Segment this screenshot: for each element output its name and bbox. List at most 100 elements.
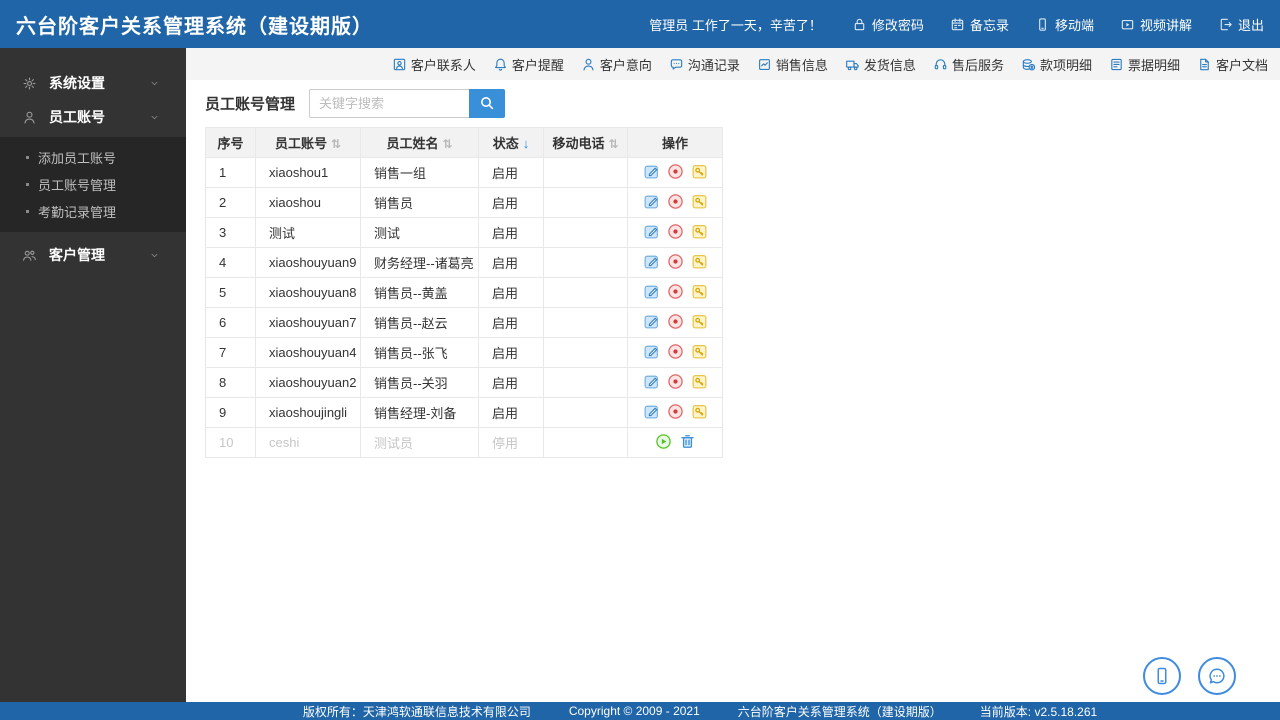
topnav-item[interactable]: 客户意向 [581,55,652,74]
column-header[interactable]: 员工账号 ⇅ [255,127,361,158]
submenu-label: 添加员工账号 [38,151,117,166]
key-icon[interactable] [691,283,708,300]
edit-icon[interactable] [643,373,660,390]
disable-icon[interactable] [667,283,684,300]
disable-icon[interactable] [667,163,684,180]
sort-icon[interactable]: ⇅ [608,137,618,151]
sort-icon[interactable]: ⇅ [442,137,452,151]
table-row: 10 ceshi 测试员 停用 [205,427,723,458]
sidebar-submenu-item[interactable]: 员工账号管理 [0,171,186,198]
topnav-item[interactable]: 客户联系人 [392,55,476,74]
key-icon[interactable] [691,373,708,390]
sidebar-submenu-item[interactable]: 考勤记录管理 [0,198,186,225]
edit-icon[interactable] [643,193,660,210]
topnav-item[interactable]: 票据明细 [1109,55,1180,74]
key-icon[interactable] [691,253,708,270]
float-button[interactable] [1198,657,1236,695]
search-input[interactable] [309,88,470,118]
status-cell: 启用 [478,277,544,308]
header-right: 管理员 工作了一天，辛苦了！ 修改密码 备忘录 移动端 视频讲解 退出 [649,15,1264,34]
edit-icon[interactable] [643,163,660,180]
table-row: 5 xiaoshouyuan8 销售员--黄盖 启用 [205,277,723,308]
chevron-down-icon [149,78,160,89]
float-button[interactable] [1143,657,1181,695]
action-icons [643,313,708,330]
edit-icon[interactable] [643,253,660,270]
row-index: 8 [205,367,256,398]
topnav-label: 发货信息 [863,57,916,73]
header-menu-item[interactable]: 视频讲解 [1120,15,1192,34]
sidebar-item[interactable]: 客户管理 [0,238,186,272]
sort-icon[interactable]: ⇅ [331,137,341,151]
page-title: 员工账号管理 [205,95,296,113]
people-icon [22,248,37,263]
action-icons [643,373,708,390]
sidebar-item[interactable]: 系统设置 [0,66,186,100]
floating-buttons [1143,657,1236,695]
actions-cell [627,157,723,188]
table-row: 6 xiaoshouyuan7 销售员--赵云 启用 [205,307,723,338]
edit-icon[interactable] [643,283,660,300]
sidebar-item-label: 系统设置 [49,75,105,91]
edit-icon[interactable] [643,343,660,360]
edit-icon[interactable] [643,313,660,330]
sidebar-item[interactable]: 员工账号 [0,100,186,134]
topnav-item[interactable]: 客户提醒 [493,55,564,74]
disable-icon[interactable] [667,253,684,270]
disable-icon[interactable] [667,373,684,390]
contact-card-icon [392,57,407,72]
footer-copyright-owner: 版权所有：天津鸿软通联信息技术有限公司 [302,704,531,719]
name-cell: 财务经理--诸葛亮 [360,247,479,278]
topnav-item[interactable]: 客户文档 [1197,55,1268,74]
header-menu-item[interactable]: 移动端 [1035,15,1094,34]
column-header[interactable]: 移动电话 ⇅ [543,127,628,158]
header-menu-label: 移动端 [1054,17,1094,33]
disable-icon[interactable] [667,343,684,360]
row-index: 3 [205,217,256,248]
table-row: 3 测试 测试 启用 [205,217,723,248]
disable-icon[interactable] [667,403,684,420]
key-icon[interactable] [691,343,708,360]
row-index: 10 [205,427,256,458]
action-icons [655,433,696,450]
sidebar-submenu: 添加员工账号员工账号管理 考勤记录管理 [0,137,186,232]
key-icon[interactable] [691,403,708,420]
sidebar-submenu-item[interactable]: 添加员工账号 [0,144,186,171]
topnav-label: 票据明细 [1127,57,1180,73]
account-cell: xiaoshouyuan4 [255,337,361,368]
sidebar-item-label: 员工账号 [49,109,105,125]
account-cell: xiaoshou [255,187,361,218]
key-icon[interactable] [691,223,708,240]
sort-icon[interactable]: ↓ [523,136,530,151]
key-icon[interactable] [691,193,708,210]
header-menu-item[interactable]: 修改密码 [852,15,924,34]
edit-icon[interactable] [643,223,660,240]
topnav-item[interactable]: 款项明细 [1021,55,1092,74]
column-header[interactable]: 员工姓名 ⇅ [360,127,479,158]
column-header[interactable]: 状态 ↓ [478,127,544,158]
phone-cell [543,397,628,428]
table-row: 2 xiaoshou 销售员 启用 [205,187,723,218]
topnav-item[interactable]: 沟通记录 [669,55,740,74]
disable-icon[interactable] [667,313,684,330]
disable-icon[interactable] [667,223,684,240]
footer-version: 当前版本: v2.5.18.261 [979,704,1098,719]
actions-cell [627,277,723,308]
topnav-item[interactable]: 售后服务 [933,55,1004,74]
account-cell: ceshi [255,427,361,458]
key-icon[interactable] [691,313,708,330]
app-title: 六台阶客户关系管理系统（建设期版） [16,15,373,38]
header-menu-item[interactable]: 退出 [1218,15,1264,34]
bullet-icon [26,156,29,159]
topnav-item[interactable]: 销售信息 [757,55,828,74]
enable-icon[interactable] [655,433,672,450]
header-menu-item[interactable]: 备忘录 [950,15,1009,34]
disable-icon[interactable] [667,193,684,210]
topnav-item[interactable]: 发货信息 [845,55,916,74]
delete-icon[interactable] [679,433,696,450]
key-icon[interactable] [691,163,708,180]
coins-icon [1021,57,1036,72]
topnav-label: 客户提醒 [511,57,564,73]
search-button[interactable] [469,88,506,118]
edit-icon[interactable] [643,403,660,420]
